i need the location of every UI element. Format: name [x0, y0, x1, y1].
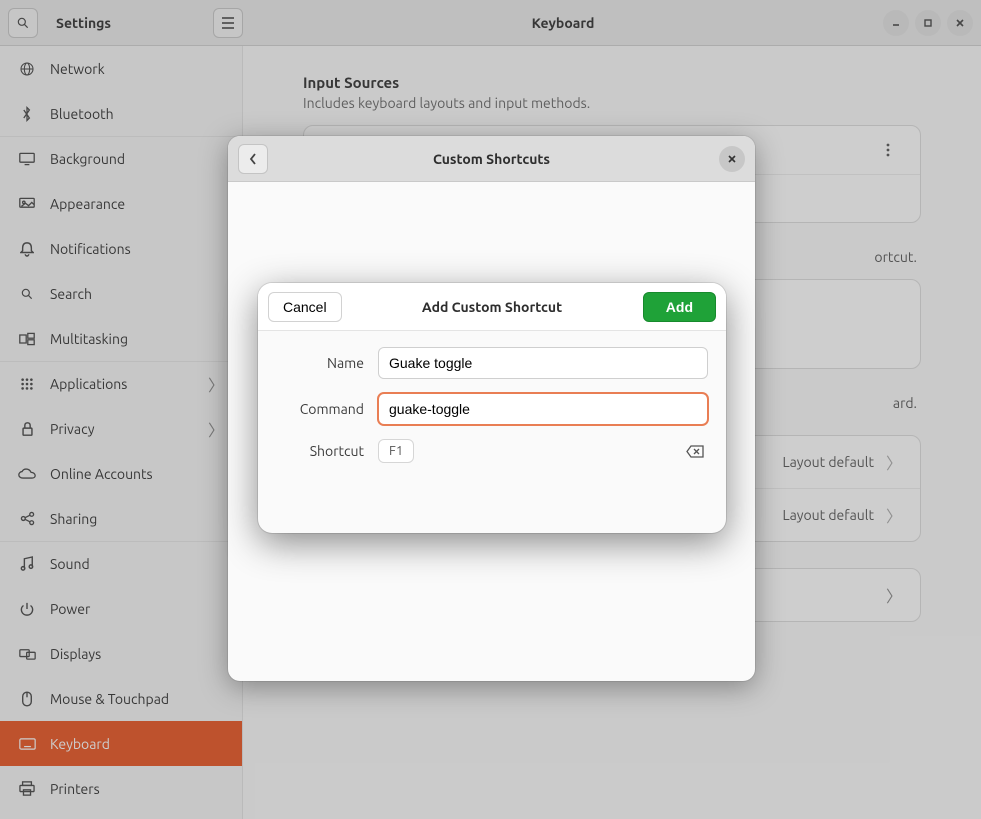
backspace-icon	[686, 445, 704, 458]
shortcut-key[interactable]: F1	[378, 439, 414, 463]
shortcut-clear-button[interactable]	[682, 441, 708, 462]
back-button[interactable]	[238, 144, 268, 174]
add-custom-shortcut-dialog: Cancel Add Custom Shortcut Add Name Comm…	[258, 283, 726, 533]
command-input[interactable]	[378, 393, 708, 425]
close-icon	[727, 154, 737, 164]
shortcut-label: Shortcut	[276, 443, 364, 459]
sheet-close-button[interactable]	[719, 146, 745, 172]
name-label: Name	[276, 355, 364, 371]
chevron-left-icon	[248, 152, 258, 166]
command-label: Command	[276, 401, 364, 417]
name-input[interactable]	[378, 347, 708, 379]
cancel-button[interactable]: Cancel	[268, 292, 342, 322]
add-button[interactable]: Add	[643, 292, 716, 322]
sheet-title: Custom Shortcuts	[228, 151, 755, 167]
